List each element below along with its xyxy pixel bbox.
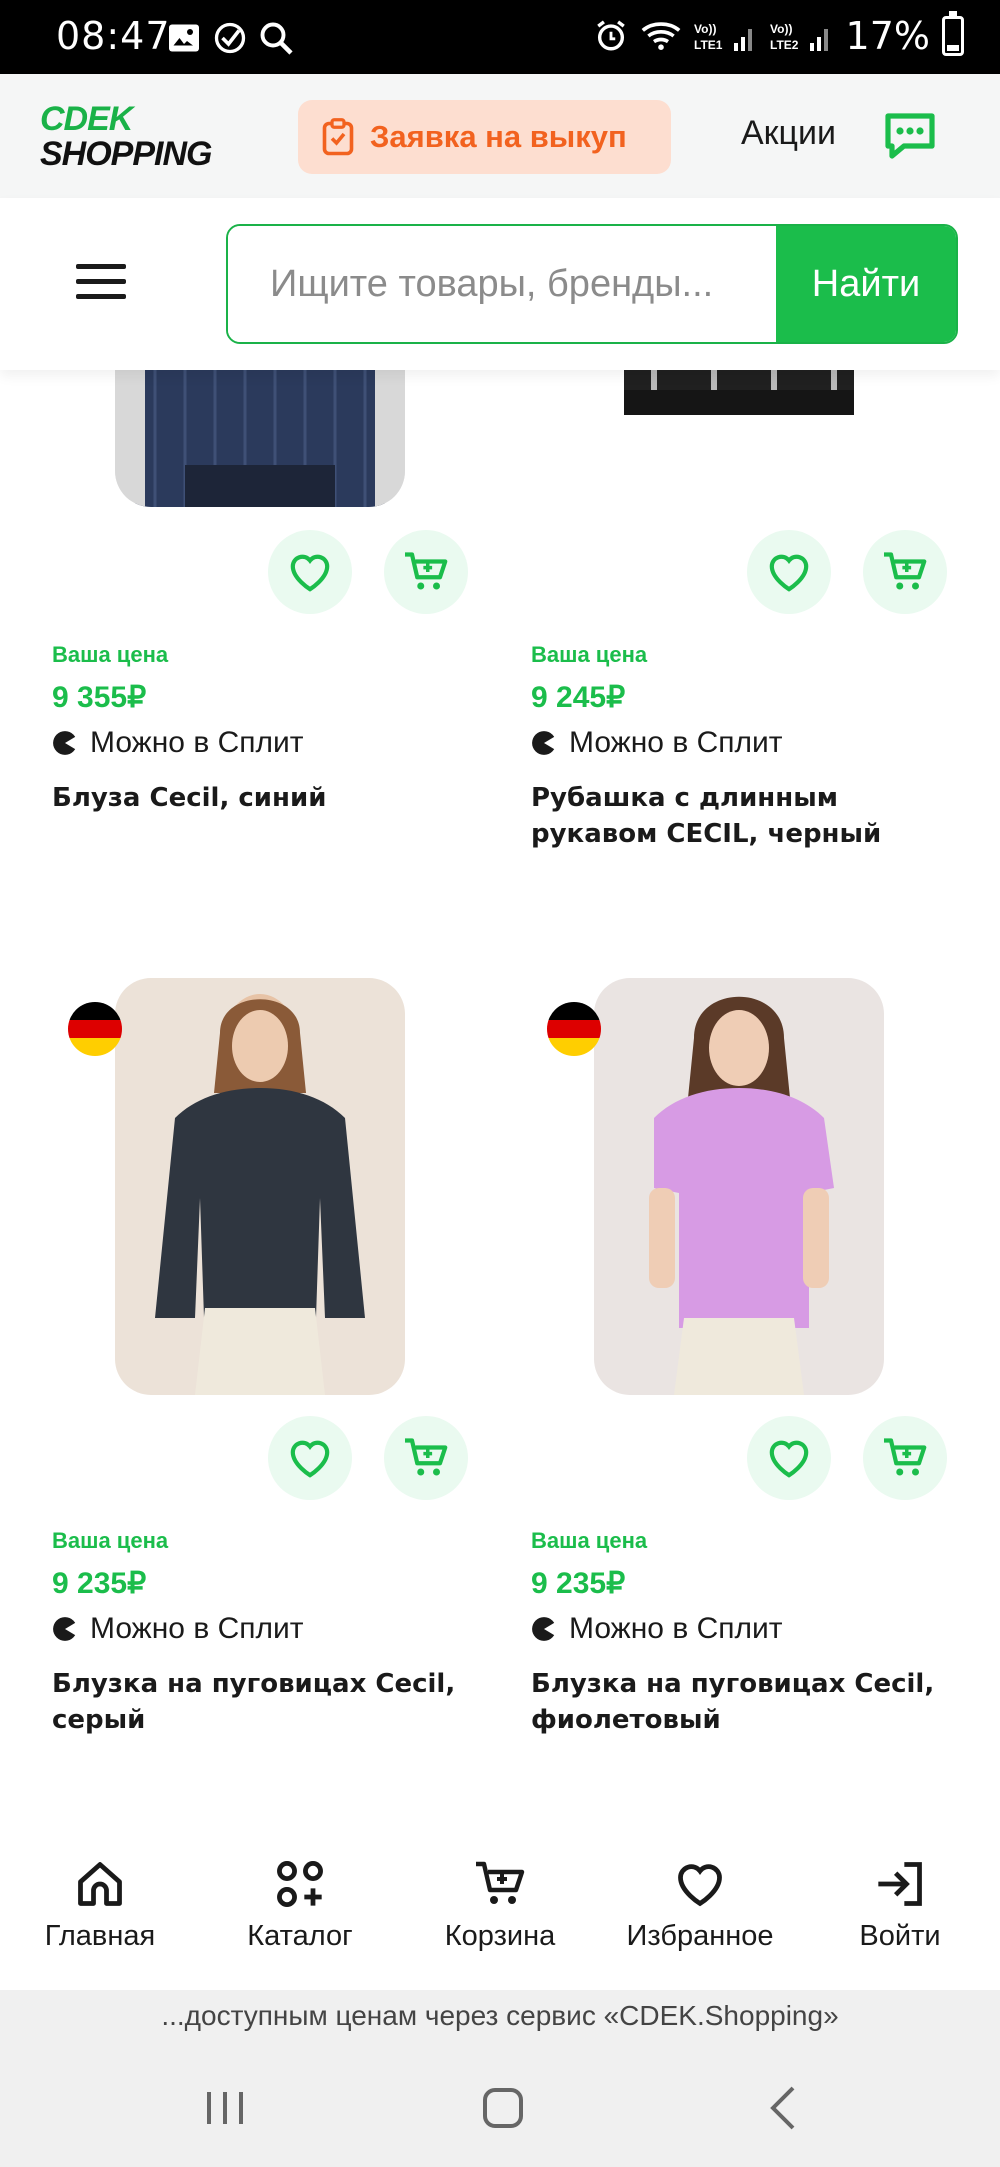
- germany-flag-icon: [547, 1002, 601, 1056]
- price-label: Ваша цена: [52, 1528, 169, 1553]
- search-input[interactable]: [228, 226, 776, 342]
- add-to-cart-button[interactable]: [863, 1416, 947, 1500]
- cart-icon: [405, 1438, 448, 1476]
- product-title[interactable]: Блуза Cecil, синий: [52, 780, 492, 816]
- cart-icon: [884, 1438, 927, 1476]
- alarm-icon: [596, 20, 625, 51]
- product-title[interactable]: Рубашка с длинным рукавом CECIL, черный: [531, 780, 971, 852]
- split-payment: Можно в Сплит: [52, 726, 304, 760]
- add-to-cart-button[interactable]: [863, 530, 947, 614]
- nav-label: Избранное: [626, 1920, 774, 1952]
- heart-icon: [290, 1440, 330, 1478]
- favorite-button[interactable]: [268, 530, 352, 614]
- product-price: 9 235₽: [52, 1567, 147, 1600]
- heart-icon: [290, 554, 330, 592]
- price-label: Ваша цена: [531, 1528, 648, 1553]
- catalog-icon: [277, 1861, 323, 1907]
- search-bar: Найти: [0, 198, 1000, 370]
- cart-icon: [884, 552, 927, 590]
- search-icon: [260, 22, 293, 55]
- nav-item-home[interactable]: Главная: [10, 1858, 190, 1953]
- nav-label: Главная: [44, 1920, 156, 1952]
- product-image[interactable]: [594, 978, 884, 1395]
- promotions-link[interactable]: Акции: [741, 114, 836, 153]
- volte-lte2-icon: Vo)) LTE2: [770, 22, 828, 52]
- price-label: Ваша цена: [531, 642, 648, 667]
- split-payment: Можно в Сплит: [52, 1612, 304, 1646]
- price-label: Ваша цена: [52, 642, 169, 667]
- logo-line2: SHOPPING: [40, 135, 212, 173]
- recent-apps-icon[interactable]: [195, 2078, 255, 2138]
- battery-percent: 17%: [845, 14, 930, 58]
- split-label: Можно в Сплит: [90, 726, 304, 759]
- split-payment: Можно в Сплит: [531, 1612, 783, 1646]
- check-circle-icon: [214, 22, 246, 54]
- home-button-icon[interactable]: [473, 2078, 533, 2138]
- clipboard-check-icon: [322, 118, 354, 156]
- wifi-icon: [641, 22, 680, 50]
- nav-label: Каталог: [247, 1920, 353, 1952]
- back-icon[interactable]: [755, 2078, 815, 2138]
- heart-icon: [769, 1440, 809, 1478]
- cart-icon: [476, 1861, 525, 1904]
- chat-icon[interactable]: [882, 110, 938, 162]
- svg-text:Vo)): Vo)): [770, 22, 792, 36]
- nav-item-catalog[interactable]: Каталог: [210, 1858, 390, 1953]
- product-title[interactable]: Блузка на пуговицах Cecil, серый: [52, 1666, 492, 1738]
- favorite-button[interactable]: [747, 530, 831, 614]
- favorite-button[interactable]: [747, 1416, 831, 1500]
- product-image[interactable]: [115, 370, 405, 507]
- product-image[interactable]: [594, 370, 884, 507]
- svg-text:LTE2: LTE2: [770, 38, 799, 52]
- split-icon: [532, 1617, 557, 1641]
- status-time: 08:47: [56, 14, 171, 58]
- split-icon: [53, 731, 78, 755]
- home-icon: [78, 1862, 122, 1906]
- split-icon: [532, 731, 557, 755]
- germany-flag-icon: [68, 1002, 122, 1056]
- svg-text:Vo)): Vo)): [694, 22, 716, 36]
- cdek-shopping-logo[interactable]: CDEK SHOPPING: [40, 100, 212, 174]
- svg-text:LTE1: LTE1: [694, 38, 723, 52]
- product-image[interactable]: [115, 978, 405, 1395]
- battery-icon: [942, 11, 964, 56]
- split-label: Можно в Сплит: [569, 1612, 783, 1645]
- status-bar: 08:47 Vo)) LTE1 Vo)) LTE2 17%: [0, 0, 1000, 74]
- nav-item-cart[interactable]: Корзина: [410, 1858, 590, 1953]
- add-to-cart-button[interactable]: [384, 1416, 468, 1500]
- buyout-request-label: Заявка на выкуп: [370, 119, 627, 154]
- nav-item-favorites[interactable]: Избранное: [610, 1858, 790, 1953]
- split-label: Можно в Сплит: [569, 726, 783, 759]
- product-price: 9 355₽: [52, 681, 147, 714]
- product-price: 9 235₽: [531, 1567, 626, 1600]
- add-to-cart-button[interactable]: [384, 530, 468, 614]
- login-icon: [878, 1862, 922, 1906]
- split-label: Можно в Сплит: [90, 1612, 304, 1645]
- product-title[interactable]: Блузка на пуговицах Cecil, фиолетовый: [531, 1666, 971, 1738]
- hamburger-menu-icon[interactable]: [76, 262, 126, 302]
- product-price: 9 245₽: [531, 681, 626, 714]
- nav-label: Войти: [859, 1920, 941, 1952]
- heart-icon: [678, 1864, 722, 1907]
- split-icon: [53, 1617, 78, 1641]
- heart-icon: [769, 554, 809, 592]
- product-grid: Ваша цена 9 355₽ Можно в Сплит Блуза Cec…: [0, 370, 1000, 1818]
- cart-icon: [405, 552, 448, 590]
- nav-label: Корзина: [444, 1920, 556, 1952]
- nav-item-login[interactable]: Войти: [810, 1858, 990, 1953]
- search-box: Найти: [226, 224, 958, 344]
- url-footer[interactable]: ...доступным ценам через сервис «CDEK.Sh…: [0, 1990, 1000, 2042]
- system-navigation: [0, 2042, 1000, 2167]
- volte-lte1-icon: Vo)) LTE1: [694, 22, 752, 52]
- logo-line1: CDEK: [40, 100, 133, 138]
- search-button[interactable]: Найти: [776, 226, 956, 342]
- bottom-navigation: Главная Каталог Корзина Избранное Войти: [0, 1818, 1000, 1990]
- split-payment: Можно в Сплит: [531, 726, 783, 760]
- favorite-button[interactable]: [268, 1416, 352, 1500]
- top-header: CDEK SHOPPING Заявка на выкуп Акции: [0, 74, 1000, 198]
- gallery-icon: [169, 24, 199, 52]
- buyout-request-button[interactable]: Заявка на выкуп: [298, 100, 671, 174]
